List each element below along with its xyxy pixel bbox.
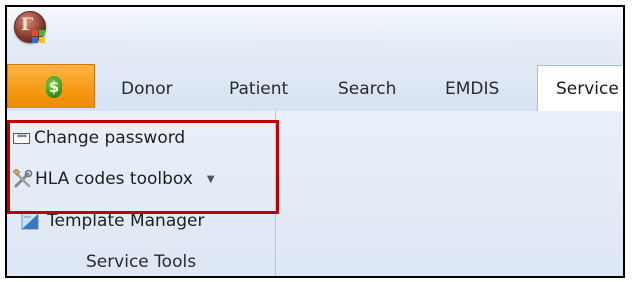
change-password-button[interactable]: *** Change password — [13, 124, 185, 152]
chevron-down-icon[interactable]: ▼ — [207, 174, 215, 185]
tools-icon — [13, 169, 33, 188]
group-separator — [275, 111, 276, 276]
template-manager-label: Template Manager — [47, 211, 205, 231]
app-window: Γ $ Donor Patient Search EMDIS Service *… — [5, 5, 625, 278]
ribbon-group-label: Service Tools — [85, 252, 197, 272]
template-manager-button[interactable]: Template Manager — [13, 207, 205, 235]
tab-search[interactable]: Search — [338, 79, 396, 99]
file-tab[interactable]: $ — [7, 64, 95, 108]
ribbon-tab-row: $ Donor Patient Search EMDIS Service — [7, 63, 623, 111]
tab-patient[interactable]: Patient — [229, 79, 288, 99]
hla-codes-toolbox-label: HLA codes toolbox — [35, 169, 193, 189]
change-password-label: Change password — [34, 128, 186, 148]
ribbon-panel: *** Change password HLA codes toolbox ▼ … — [7, 111, 623, 276]
title-bar: Γ — [7, 7, 623, 63]
tab-emdis[interactable]: EMDIS — [445, 79, 499, 99]
tab-service-label: Service — [556, 79, 619, 99]
hla-codes-toolbox-button[interactable]: HLA codes toolbox ▼ — [13, 165, 215, 193]
green-s-orb-icon: $ — [46, 76, 62, 98]
app-tiles-icon — [32, 30, 45, 43]
application-menu-button[interactable]: Γ — [12, 9, 48, 49]
password-icon: *** — [13, 132, 30, 144]
template-manager-icon — [21, 212, 39, 230]
tab-donor[interactable]: Donor — [121, 79, 173, 99]
tab-service[interactable]: Service — [537, 65, 623, 111]
